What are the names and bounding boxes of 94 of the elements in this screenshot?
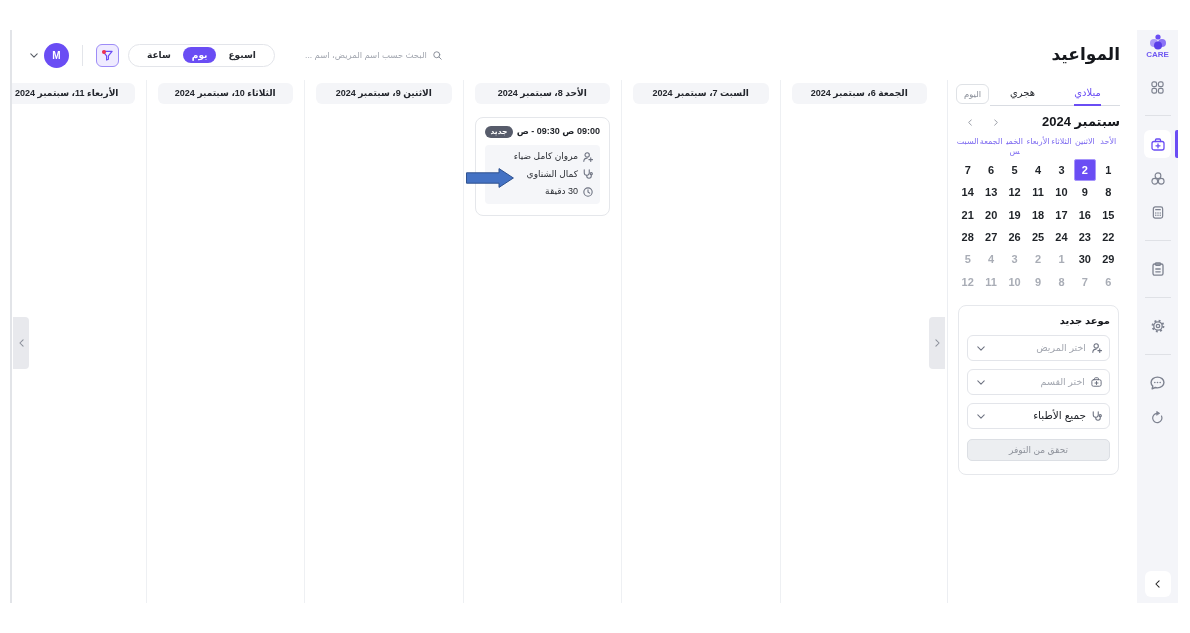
- collapse-button[interactable]: [1144, 571, 1171, 597]
- patient-name: مروان كامل ضياء: [513, 150, 578, 163]
- chevron-down-icon: [30, 52, 38, 58]
- medical-bag-icon: [1091, 377, 1102, 388]
- view-tab[interactable]: اسبوع: [219, 47, 265, 63]
- view-tab[interactable]: يوم: [182, 47, 217, 63]
- weekday-label: الأحد: [1099, 137, 1118, 148]
- search-field[interactable]: البحث حسب اسم المريض، اسم ...: [288, 47, 427, 63]
- calendar-day[interactable]: 4: [1027, 159, 1049, 181]
- day-header: الأحد 8، سبتمبر 2024: [474, 83, 610, 104]
- card-title: موعد جديد: [1058, 314, 1110, 328]
- calculator-icon: [1151, 205, 1164, 219]
- calendar-day[interactable]: 7: [956, 159, 979, 181]
- calendar-day[interactable]: 1: [1097, 159, 1120, 181]
- month-nav-button[interactable]: [994, 118, 998, 126]
- sidebar-item[interactable]: [1144, 130, 1171, 158]
- calendar-day[interactable]: 9: [1073, 181, 1096, 204]
- weekday-label: الجمعة: [979, 137, 1003, 148]
- day-header: الاثنين 9، سبتمبر 2024: [316, 83, 452, 104]
- user-avatar[interactable]: M: [44, 42, 69, 68]
- calendar-day[interactable]: 5: [1003, 159, 1026, 181]
- calendar-day[interactable]: 15: [1097, 203, 1120, 226]
- day-header: السبت 7، سبتمبر 2024: [633, 83, 769, 104]
- refresh-icon: [1151, 410, 1164, 424]
- calendar-day[interactable]: 18: [1027, 203, 1049, 226]
- calendar-day[interactable]: 2: [1073, 159, 1096, 181]
- weekday-label: الأربعاء: [1026, 137, 1050, 148]
- logo-icon: [1148, 34, 1167, 50]
- calendar-day[interactable]: 21: [956, 203, 979, 226]
- weekday-label: الثلاثاء: [1050, 137, 1073, 148]
- circles-icon: [1150, 171, 1165, 185]
- calendar-day[interactable]: 3: [1050, 159, 1073, 181]
- calendar-day[interactable]: 28: [956, 226, 979, 249]
- calendar-day[interactable]: 17: [1050, 203, 1073, 226]
- weekday-label: الاثنين: [1073, 137, 1096, 148]
- appointment-time: 09:00 ص 09:30 - ص: [516, 125, 600, 139]
- calendar-day[interactable]: 27: [980, 226, 1003, 249]
- chevron-down-icon: [977, 379, 985, 385]
- chevron-down-icon: [977, 413, 985, 419]
- calendar-day[interactable]: 12: [1003, 181, 1026, 204]
- duration-text: 30 دقيقة: [545, 185, 578, 198]
- today-button[interactable]: اليوم: [956, 84, 989, 104]
- calendar-day[interactable]: 23: [1073, 226, 1096, 249]
- chevron-right-icon: [934, 339, 940, 347]
- calendar-day[interactable]: 25: [1027, 226, 1049, 249]
- user-plus-icon: [1092, 343, 1102, 354]
- calendar-tab[interactable]: هجري: [990, 84, 1055, 105]
- calendar-day[interactable]: 13: [980, 181, 1003, 204]
- calendar-day[interactable]: 11: [1027, 181, 1049, 204]
- stethoscope-icon: [1092, 411, 1102, 422]
- grid-icon: [1151, 80, 1164, 94]
- filter-button[interactable]: [96, 43, 119, 67]
- collapse-handle[interactable]: [929, 317, 945, 369]
- chat-icon: [1150, 376, 1165, 390]
- chevron-down-icon: [977, 345, 985, 351]
- calendar-day[interactable]: 30: [1073, 248, 1096, 271]
- day-header: الجمعة 6، سبتمبر 2024: [791, 83, 927, 104]
- calendar-day[interactable]: 16: [1073, 203, 1096, 226]
- chevron-left-icon: [18, 339, 24, 347]
- selection-indicator: [1175, 130, 1178, 158]
- month-nav-button[interactable]: [968, 118, 972, 126]
- weekday-label: الخميس: [1005, 137, 1024, 158]
- calendar-day[interactable]: 6: [980, 159, 1003, 181]
- chevron-left-icon: [1155, 580, 1160, 588]
- doctor-select[interactable]: جميع الأطباء: [967, 403, 1110, 430]
- calendar-day[interactable]: 19: [1003, 203, 1026, 226]
- user-plus-icon: [583, 151, 593, 162]
- chevron-right-icon: [994, 118, 998, 126]
- calendar-day[interactable]: 24: [1050, 226, 1073, 249]
- calendar-tab[interactable]: ميلادي: [1055, 84, 1120, 105]
- page-title: المواعيد: [1051, 44, 1120, 66]
- calendar-day[interactable]: 8: [1097, 181, 1120, 204]
- medical-bag-icon: [1150, 137, 1165, 151]
- day-header: الثلاثاء 10، سبتمبر 2024: [157, 83, 293, 104]
- clock-icon: [583, 186, 593, 197]
- month-label: سبتمبر 2024: [1041, 113, 1120, 132]
- calendar-day[interactable]: 14: [956, 181, 979, 204]
- doctor-name: كمال الشناوي: [526, 167, 578, 181]
- stethoscope-icon: [583, 169, 593, 180]
- collapse-handle[interactable]: [13, 317, 29, 369]
- calendar-day[interactable]: 29: [1097, 248, 1120, 271]
- weekday-label: السبت: [956, 137, 980, 148]
- arrow-icon: [465, 168, 514, 188]
- search-icon: [432, 50, 442, 60]
- view-tab[interactable]: ساعة: [138, 47, 180, 63]
- logo-text: CARE: [1146, 50, 1169, 59]
- calendar-day[interactable]: 20: [980, 203, 1003, 226]
- chevron-left-icon: [968, 118, 972, 126]
- calendar-day[interactable]: 10: [1050, 181, 1073, 204]
- day-header: الأربعاء 11، سبتمبر 2024: [12, 83, 135, 104]
- settings-icon: [1150, 319, 1165, 333]
- clipboard-icon: [1151, 262, 1164, 276]
- calendar-day[interactable]: 26: [1003, 226, 1026, 249]
- calendar-day[interactable]: 22: [1097, 226, 1120, 249]
